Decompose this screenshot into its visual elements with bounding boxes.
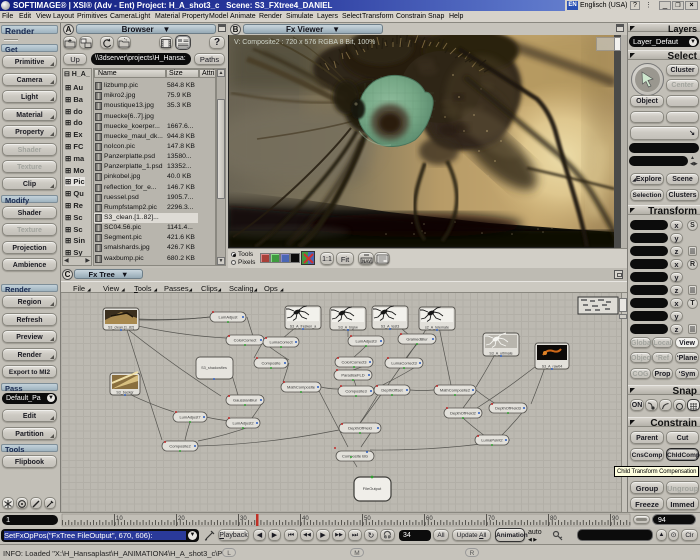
svg-text:S3_backgr: S3_backgr (116, 391, 134, 395)
svg-text:S3_A_ultimate: S3_A_ultimate (489, 352, 512, 356)
svg-text:DepthOffset: DepthOffset (381, 388, 403, 393)
svg-text:DepthOfField: DepthOfField (348, 426, 372, 431)
svg-text:70: 70 (488, 516, 495, 522)
svg-text:50: 50 (364, 516, 371, 522)
svg-text:S3_A_test3: S3_A_test3 (381, 325, 400, 329)
svg-text:LumAdjust7: LumAdjust7 (179, 415, 201, 420)
svg-text:S3_clean.[1..82]: S3_clean.[1..82] (108, 326, 134, 330)
svg-text:20: 20 (178, 516, 185, 522)
svg-text:Composite3: Composite3 (345, 389, 367, 394)
svg-text:GrainedBlur: GrainedBlur (406, 337, 428, 342)
svg-text:LumAdjust: LumAdjust (219, 315, 239, 320)
svg-text:ParadiseFLD: ParadiseFLD (341, 373, 364, 378)
svg-text:FileOutput: FileOutput (363, 486, 382, 491)
svg-text:LumAdjust3: LumAdjust3 (355, 339, 377, 344)
svg-text:MathComposite2: MathComposite2 (440, 388, 471, 393)
svg-text:LumaCorrect3: LumaCorrect3 (391, 361, 417, 366)
svg-text:S3_A_raw04: S3_A_raw04 (542, 365, 563, 369)
svg-text:s2_A_telemate: s2_A_telemate (425, 326, 449, 330)
svg-text:S3_shadowfles: S3_shadowfles (201, 366, 227, 370)
svg-text:S3_A_fresken_a: S3_A_fresken_a (290, 325, 317, 329)
svg-text:DepthOfField2: DepthOfField2 (450, 411, 477, 416)
svg-text:LumaPoint2: LumaPoint2 (481, 438, 503, 443)
svg-text:30: 30 (240, 516, 247, 522)
svg-text:40: 40 (302, 516, 309, 522)
svg-text:ColorCorrect3: ColorCorrect3 (342, 360, 368, 365)
svg-text:80: 80 (550, 516, 557, 522)
svg-text:Composite2: Composite2 (169, 444, 191, 449)
svg-text:ColorCorrect: ColorCorrect (234, 338, 258, 343)
svg-text:90: 90 (612, 516, 619, 522)
svg-text:10: 10 (116, 516, 123, 522)
svg-text:DepthOfField3: DepthOfField3 (495, 406, 522, 411)
svg-text:MathComposite: MathComposite (287, 385, 316, 390)
svg-text:60: 60 (426, 516, 433, 522)
svg-text:S3_A_bigrw: S3_A_bigrw (338, 326, 358, 330)
svg-text:Composite: Composite (261, 361, 281, 366)
svg-text:Composite BG: Composite BG (342, 454, 368, 459)
svg-text:NAV: NAV (362, 259, 371, 264)
svg-text:LumaCorrect: LumaCorrect (269, 340, 293, 345)
svg-text:LumAdjust2: LumAdjust2 (232, 421, 254, 426)
svg-text:GaussianBlur: GaussianBlur (233, 398, 258, 403)
